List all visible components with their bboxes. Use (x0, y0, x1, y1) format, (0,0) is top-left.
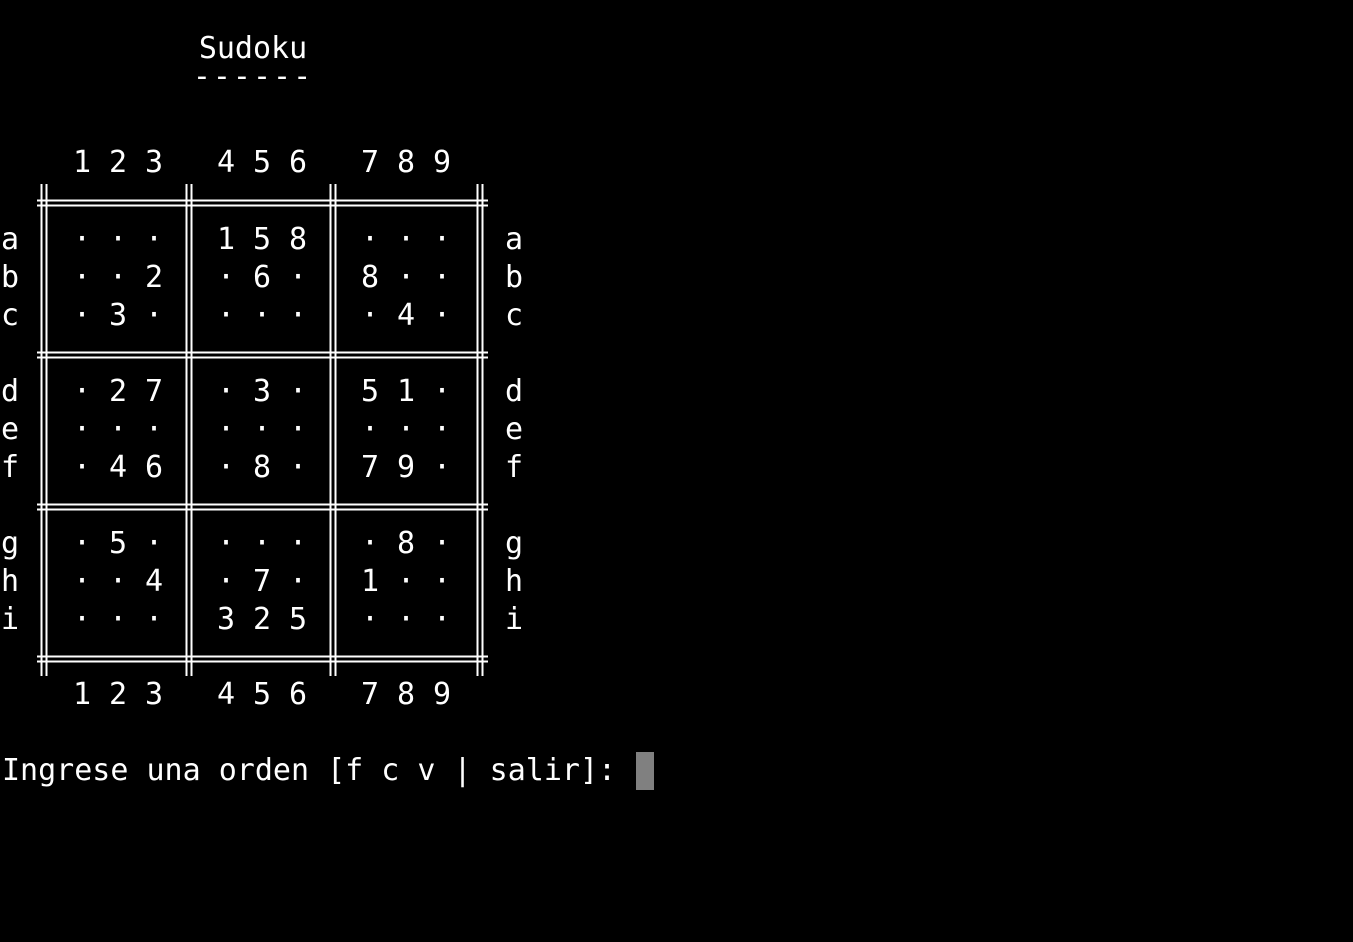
empty-cell: · (288, 374, 308, 409)
empty-cell: · (216, 450, 236, 485)
empty-cell: · (252, 298, 272, 333)
empty-cell: · (216, 374, 236, 409)
empty-cell: · (396, 260, 416, 295)
empty-cell: · (72, 602, 92, 637)
empty-cell: · (360, 602, 380, 637)
filled-cell: 2 (144, 260, 164, 295)
filled-cell: 7 (360, 450, 380, 485)
empty-cell: · (216, 260, 236, 295)
empty-cell: · (108, 564, 128, 599)
empty-cell: · (216, 412, 236, 447)
empty-cell: · (288, 564, 308, 599)
empty-cell: · (432, 412, 452, 447)
empty-cell: · (72, 222, 92, 257)
empty-cell: · (252, 526, 272, 561)
filled-cell: 8 (360, 260, 380, 295)
empty-cell: · (288, 526, 308, 561)
empty-cell: · (432, 564, 452, 599)
filled-cell: 4 (396, 298, 416, 333)
filled-cell: 5 (252, 222, 272, 257)
empty-cell: · (396, 222, 416, 257)
empty-cell: · (216, 526, 236, 561)
empty-cell: · (288, 450, 308, 485)
empty-cell: · (360, 412, 380, 447)
filled-cell: 8 (288, 222, 308, 257)
empty-cell: · (72, 298, 92, 333)
filled-cell: 3 (108, 298, 128, 333)
filled-cell: 9 (396, 450, 416, 485)
empty-cell: · (360, 526, 380, 561)
filled-cell: 1 (216, 222, 236, 257)
empty-cell: · (288, 412, 308, 447)
filled-cell: 4 (108, 450, 128, 485)
filled-cell: 1 (396, 374, 416, 409)
empty-cell: · (432, 526, 452, 561)
filled-cell: 5 (360, 374, 380, 409)
empty-cell: · (360, 298, 380, 333)
empty-cell: · (288, 298, 308, 333)
empty-cell: · (396, 564, 416, 599)
empty-cell: · (108, 412, 128, 447)
filled-cell: 1 (360, 564, 380, 599)
empty-cell: · (216, 564, 236, 599)
empty-cell: · (252, 412, 272, 447)
empty-cell: · (432, 260, 452, 295)
empty-cell: · (432, 298, 452, 333)
filled-cell: 5 (108, 526, 128, 561)
empty-cell: · (72, 412, 92, 447)
empty-cell: · (216, 298, 236, 333)
empty-cell: · (288, 260, 308, 295)
empty-cell: · (144, 412, 164, 447)
filled-cell: 4 (144, 564, 164, 599)
empty-cell: · (360, 222, 380, 257)
empty-cell: · (432, 602, 452, 637)
empty-cell: · (432, 222, 452, 257)
empty-cell: · (432, 374, 452, 409)
empty-cell: · (396, 412, 416, 447)
filled-cell: 2 (252, 602, 272, 637)
filled-cell: 6 (144, 450, 164, 485)
filled-cell: 8 (396, 526, 416, 561)
filled-cell: 6 (252, 260, 272, 295)
text-cursor[interactable] (636, 752, 655, 790)
command-prompt[interactable]: Ingrese una orden [f c v | salir]: (2, 752, 655, 790)
empty-cell: · (72, 260, 92, 295)
empty-cell: · (144, 602, 164, 637)
filled-cell: 3 (252, 374, 272, 409)
empty-cell: · (144, 298, 164, 333)
empty-cell: · (72, 450, 92, 485)
filled-cell: 3 (216, 602, 236, 637)
empty-cell: · (432, 450, 452, 485)
empty-cell: · (108, 222, 128, 257)
empty-cell: · (72, 564, 92, 599)
empty-cell: · (144, 222, 164, 257)
empty-cell: · (396, 602, 416, 637)
empty-cell: · (108, 602, 128, 637)
empty-cell: · (108, 260, 128, 295)
empty-cell: · (72, 526, 92, 561)
filled-cell: 5 (288, 602, 308, 637)
prompt-text: Ingrese una orden [f c v | salir]: (2, 753, 617, 788)
filled-cell: 7 (144, 374, 164, 409)
empty-cell: · (72, 374, 92, 409)
filled-cell: 2 (108, 374, 128, 409)
filled-cell: 8 (252, 450, 272, 485)
filled-cell: 7 (252, 564, 272, 599)
empty-cell: · (144, 526, 164, 561)
